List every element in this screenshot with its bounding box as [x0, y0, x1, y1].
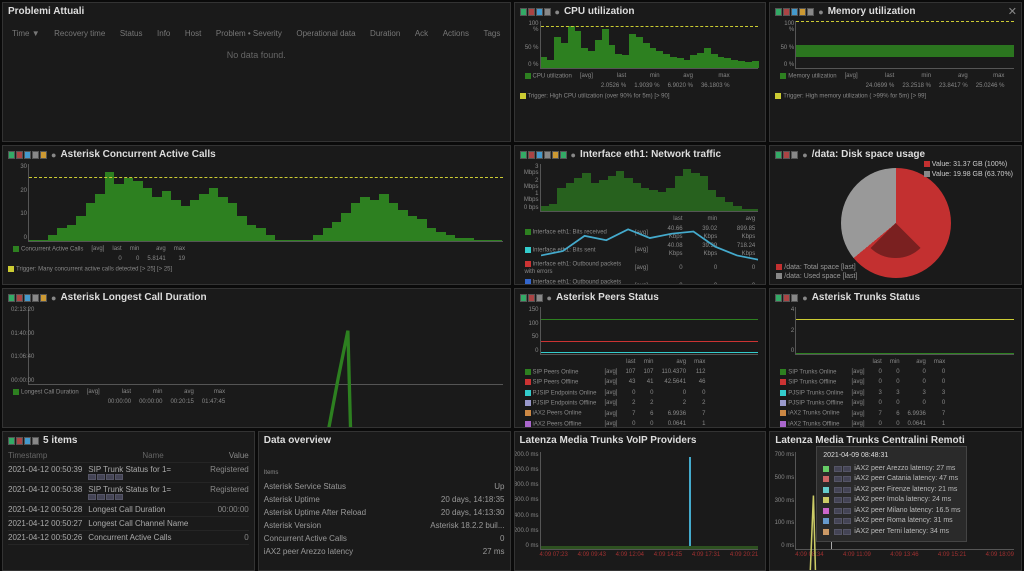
problems-columns: Time ▼Recovery timeStatusInfoHostProblem… — [8, 29, 505, 38]
table-row[interactable]: Concurrent Active Calls0 — [264, 532, 505, 545]
widget-controls[interactable] — [520, 8, 551, 16]
voip-chart[interactable]: 1200.0 ms1000.0 ms800.0 ms600.0 ms400.0 … — [540, 452, 759, 550]
panel-overview: Data overview Items Asterisk Service Sta… — [258, 431, 511, 571]
peers-chart[interactable]: 150100500 — [540, 307, 759, 355]
panel-problems: Problemi Attuali Time ▼Recovery timeStat… — [2, 2, 511, 142]
panel-trunks: ●Asterisk Trunks Status 420 lastminavgma… — [769, 288, 1022, 428]
panel-eth1: ●Interface eth1: Network traffic 3 Mbps2… — [514, 145, 767, 285]
panel-active-calls: ●Asterisk Concurrent Active Calls 302010… — [2, 145, 511, 285]
disk-pie-chart[interactable] — [841, 168, 951, 278]
cpu-chart[interactable]: 100 %50 %0 % — [540, 21, 759, 69]
table-row[interactable]: Asterisk VersionAsterisk 18.2.2 buil... — [264, 519, 505, 532]
panel-latency-remoti: Latenza Media Trunks Centralini Remoti 7… — [769, 431, 1022, 571]
panel-cpu: ●CPU utilization 100 %50 %0 % CPU utiliz… — [514, 2, 767, 142]
table-row[interactable]: Asterisk Uptime After Reload20 days, 14:… — [264, 506, 505, 519]
table-row[interactable]: 2021-04-12 00:50:26Concurrent Active Cal… — [8, 531, 249, 545]
longest-chart[interactable]: 02:13:2001:40:0001:06:4000:00:00 — [28, 307, 503, 385]
table-row[interactable]: 2021-04-12 00:50:39SIP Trunk Status for … — [8, 463, 249, 483]
table-row[interactable]: Asterisk Service StatusUp — [264, 480, 505, 493]
trunks-chart[interactable]: 420 — [795, 307, 1014, 355]
table-row[interactable]: iAX2 peer Arezzo latency27 ms — [264, 545, 505, 558]
table-row[interactable]: 2021-04-12 00:50:27Longest Call Channel … — [8, 517, 249, 531]
calls-chart[interactable]: 3020100 — [28, 164, 503, 242]
panel-disk: ●/data: Disk space usage Value: 31.37 GB… — [769, 145, 1022, 285]
panel-items: 5 items TimestampNameValue 2021-04-12 00… — [2, 431, 255, 571]
table-row[interactable]: Asterisk Uptime20 days, 14:18:35 — [264, 493, 505, 506]
panel-memory: ✕ ●Memory utilization 100 %50 %0 % Memor… — [769, 2, 1022, 142]
chart-tooltip: 2021-04-09 08:48:31 iAX2 peer Arezzo lat… — [816, 446, 967, 542]
table-row[interactable]: 2021-04-12 00:50:38SIP Trunk Status for … — [8, 483, 249, 503]
panel-title: Problemi Attuali — [8, 6, 84, 17]
panel-latency-voip: Latenza Media Trunks VoIP Providers 1200… — [514, 431, 767, 571]
panel-peers: ●Asterisk Peers Status 150100500 lastmin… — [514, 288, 767, 428]
table-row[interactable]: 2021-04-12 00:50:28Longest Call Duration… — [8, 503, 249, 517]
panel-longest-call: ●Asterisk Longest Call Duration 02:13:20… — [2, 288, 511, 428]
memory-chart[interactable]: 100 %50 %0 % — [795, 21, 1014, 69]
widget-controls[interactable] — [775, 8, 814, 16]
close-icon[interactable]: ✕ — [1008, 5, 1017, 18]
eth-chart[interactable]: 3 Mbps2 Mbps1 Mbps0 bps — [540, 164, 759, 212]
empty-message: No data found. — [8, 50, 505, 60]
